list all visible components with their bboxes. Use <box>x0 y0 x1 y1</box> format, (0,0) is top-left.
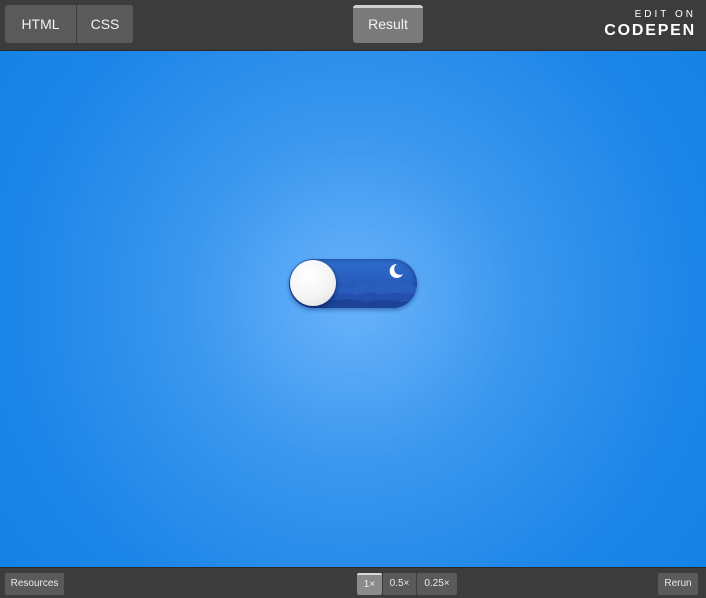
zoom-1x-button[interactable]: 1× <box>357 573 382 595</box>
codepen-embed-footer: Resources 1× 0.5× 0.25× Rerun <box>0 567 706 598</box>
resources-button[interactable]: Resources <box>5 573 64 595</box>
crescent-moon-icon <box>389 263 403 278</box>
codepen-embed-header: HTML CSS Result EDIT ON CODEPEN <box>0 0 706 51</box>
tab-result[interactable]: Result <box>353 5 423 43</box>
day-night-toggle[interactable] <box>289 259 417 308</box>
zoom-0-25x-button[interactable]: 0.25× <box>417 573 457 595</box>
zoom-0-5x-button[interactable]: 0.5× <box>383 573 416 595</box>
codepen-logo: CODEPEN <box>604 22 696 39</box>
result-preview <box>0 51 706 567</box>
tab-css[interactable]: CSS <box>77 5 133 43</box>
edit-on-label: EDIT ON <box>634 9 696 20</box>
rerun-button[interactable]: Rerun <box>658 573 698 595</box>
toggle-knob[interactable] <box>290 260 336 306</box>
tab-html[interactable]: HTML <box>5 5 76 43</box>
edit-on-codepen-link[interactable]: EDIT ON CODEPEN <box>586 7 696 41</box>
